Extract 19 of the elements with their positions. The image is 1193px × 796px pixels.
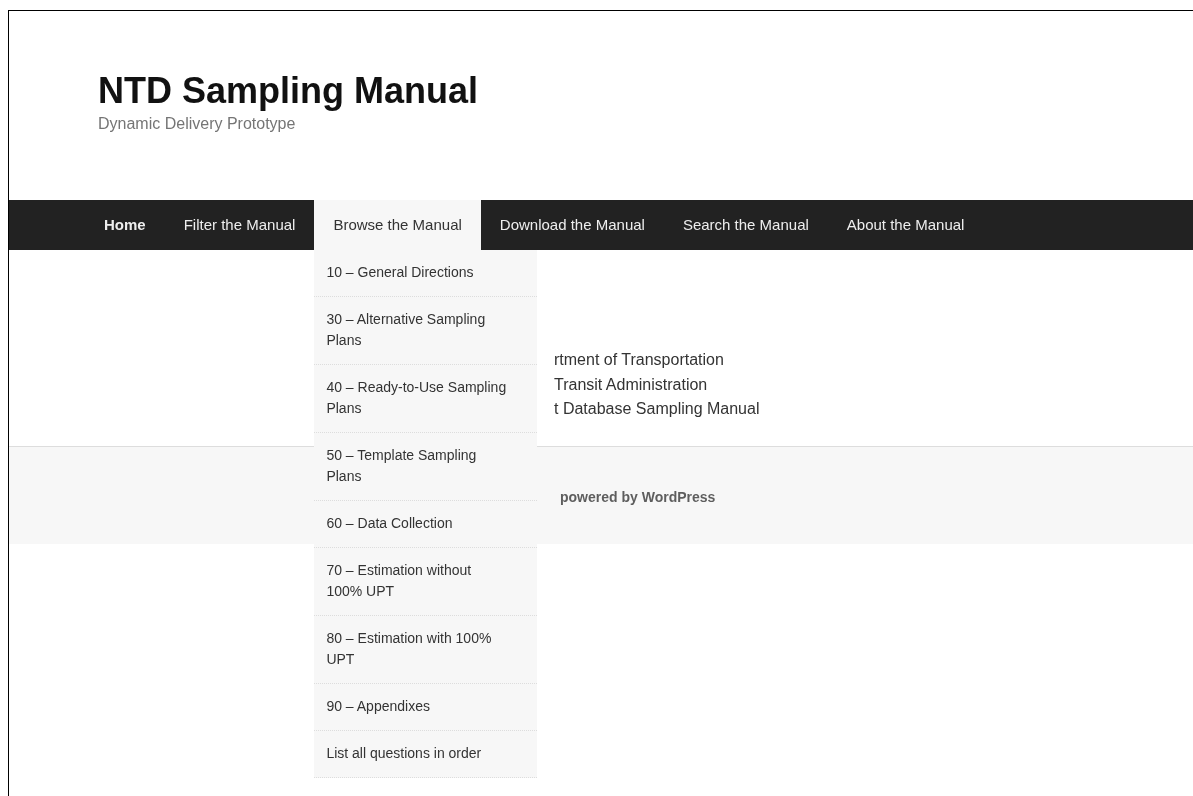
dropdown-item[interactable]: 30 – Alternative Sampling Plans bbox=[314, 297, 538, 365]
nav-item[interactable]: Filter the Manual bbox=[164, 200, 315, 250]
content-line: Transit Administration bbox=[554, 374, 708, 395]
site-title[interactable]: NTD Sampling Manual bbox=[98, 71, 479, 111]
site-tagline: Dynamic Delivery Prototype bbox=[98, 115, 296, 133]
nav-item[interactable]: Download the Manual bbox=[480, 200, 664, 250]
dropdown-item[interactable]: 70 – Estimation without 100% UPT bbox=[314, 548, 538, 616]
content-line: rtment of Transportation bbox=[554, 350, 724, 370]
dropdown-item[interactable]: 10 – General Directions bbox=[314, 250, 538, 297]
dropdown-item[interactable]: 80 – Estimation with 100% UPT bbox=[314, 616, 538, 684]
dropdown-item[interactable]: List all questions in order bbox=[314, 731, 538, 778]
content-line: t Database Sampling Manual bbox=[554, 399, 760, 419]
nav-item[interactable]: Search the Manual bbox=[663, 200, 828, 250]
nav-item[interactable]: Browse the Manual bbox=[314, 200, 481, 250]
nav-item[interactable]: About the Manual bbox=[827, 200, 984, 250]
dropdown-item[interactable]: 40 – Ready-to-Use Sampling Plans bbox=[314, 365, 538, 433]
dropdown-item[interactable]: 90 – Appendixes bbox=[314, 684, 538, 731]
footer-credit[interactable]: powered by WordPress bbox=[560, 489, 716, 505]
nav-item[interactable]: Home bbox=[85, 200, 165, 250]
